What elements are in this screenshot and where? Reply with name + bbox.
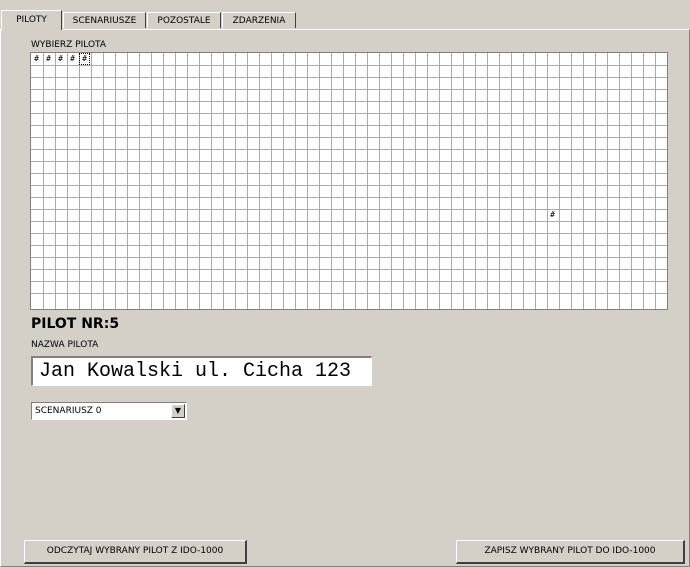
- tab-pozostale[interactable]: POZOSTALE: [147, 12, 221, 28]
- grid-column-line: [355, 53, 356, 309]
- grid-cell-marked[interactable]: #: [44, 54, 53, 64]
- grid-column-line: [439, 53, 440, 309]
- grid-column-line: [55, 53, 56, 309]
- save-pilot-button[interactable]: ZAPISZ WYBRANY PILOT DO IDO-1000: [456, 540, 685, 564]
- grid-column-line: [379, 53, 380, 309]
- grid-column-line: [343, 53, 344, 309]
- grid-column-line: [607, 53, 608, 309]
- grid-column-line: [547, 53, 548, 309]
- grid-column-line: [259, 53, 260, 309]
- pilot-grid[interactable]: # # # # # #: [30, 52, 668, 310]
- grid-column-line: [43, 53, 44, 309]
- tab-piloty[interactable]: PILOTY: [1, 10, 62, 30]
- pilot-name-input[interactable]: [31, 356, 372, 386]
- grid-column-line: [451, 53, 452, 309]
- grid-column-line: [139, 53, 140, 309]
- grid-column-line: [331, 53, 332, 309]
- tab-bar: PILOTY SCENARIUSZE POZOSTALE ZDARZENIA: [0, 10, 690, 30]
- grid-column-line: [187, 53, 188, 309]
- grid-column-line: [199, 53, 200, 309]
- grid-column-line: [67, 53, 68, 309]
- grid-column-line: [583, 53, 584, 309]
- grid-column-line: [619, 53, 620, 309]
- grid-column-line: [523, 53, 524, 309]
- grid-column-line: [163, 53, 164, 309]
- pilot-number-label: PILOT NR:5: [31, 316, 120, 332]
- grid-column-line: [475, 53, 476, 309]
- grid-column-line: [655, 53, 656, 309]
- grid-column-line: [247, 53, 248, 309]
- scenario-select[interactable]: SCENARIUSZ 0 ▼: [31, 402, 187, 420]
- grid-column-line: [487, 53, 488, 309]
- grid-column-line: [463, 53, 464, 309]
- grid-cell-marked[interactable]: #: [68, 54, 77, 64]
- grid-column-line: [127, 53, 128, 309]
- grid-column-line: [595, 53, 596, 309]
- grid-column-line: [151, 53, 152, 309]
- grid-column-line: [391, 53, 392, 309]
- grid-column-line: [631, 53, 632, 309]
- grid-column-line: [283, 53, 284, 309]
- grid-column-line: [643, 53, 644, 309]
- grid-column-line: [319, 53, 320, 309]
- grid-cell-marked[interactable]: #: [32, 54, 41, 64]
- grid-column-line: [103, 53, 104, 309]
- grid-column-line: [295, 53, 296, 309]
- grid-cell-marked[interactable]: #: [56, 54, 65, 64]
- grid-column-line: [79, 53, 80, 309]
- grid-column-line: [511, 53, 512, 309]
- grid-column-line: [175, 53, 176, 309]
- tab-scenariusze[interactable]: SCENARIUSZE: [63, 12, 146, 28]
- grid-column-line: [307, 53, 308, 309]
- grid-column-line: [427, 53, 428, 309]
- grid-cell-selected[interactable]: #: [79, 53, 90, 65]
- grid-column-line: [211, 53, 212, 309]
- pilot-name-label: NAZWA PILOTA: [31, 340, 99, 350]
- grid-column-line: [91, 53, 92, 309]
- grid-column-line: [235, 53, 236, 309]
- read-pilot-button[interactable]: ODCZYTAJ WYBRANY PILOT Z IDO-1000: [24, 540, 247, 564]
- grid-column-line: [271, 53, 272, 309]
- grid-column-line: [223, 53, 224, 309]
- grid-column-line: [115, 53, 116, 309]
- grid-column-line: [571, 53, 572, 309]
- grid-column-line: [415, 53, 416, 309]
- grid-column-line: [499, 53, 500, 309]
- grid-column-line: [559, 53, 560, 309]
- scenario-select-value: SCENARIUSZ 0: [35, 406, 102, 416]
- tab-zdarzenia[interactable]: ZDARZENIA: [222, 12, 296, 28]
- grid-column-line: [367, 53, 368, 309]
- grid-column-line: [535, 53, 536, 309]
- grid-column-line: [403, 53, 404, 309]
- chevron-down-icon[interactable]: ▼: [171, 404, 185, 418]
- grid-label: WYBIERZ PILOTA: [31, 40, 107, 50]
- grid-cell-marked[interactable]: #: [548, 210, 557, 220]
